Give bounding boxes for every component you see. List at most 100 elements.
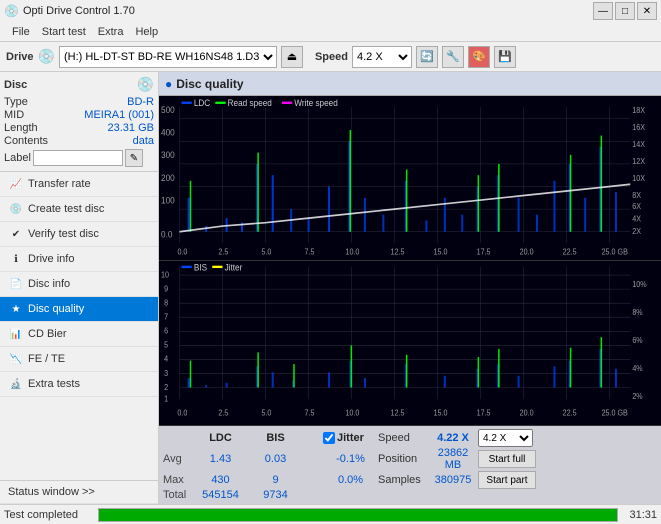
svg-text:100: 100: [161, 195, 175, 205]
color-button[interactable]: 🎨: [468, 46, 490, 68]
start-part-button[interactable]: Start part: [478, 471, 536, 489]
svg-text:6%: 6%: [632, 336, 642, 346]
menu-starttest[interactable]: Start test: [36, 25, 92, 39]
progress-bar-fill: [99, 509, 617, 521]
title-bar-left: 💿 Opti Drive Control 1.70: [4, 4, 135, 18]
svg-text:0.0: 0.0: [177, 247, 187, 256]
label-edit-button[interactable]: ✎: [125, 149, 143, 167]
title-bar: 💿 Opti Drive Control 1.70 — □ ✕: [0, 0, 661, 22]
avg-ldc: 1.43: [193, 447, 248, 471]
contents-label: Contents: [4, 135, 48, 147]
extra-tests-icon: 🔬: [8, 377, 24, 391]
svg-text:4X: 4X: [632, 214, 641, 223]
svg-text:10X: 10X: [632, 173, 645, 182]
speed-stat-value: 4.22 X: [428, 429, 478, 447]
disc-title: Disc: [4, 79, 27, 91]
type-label: Type: [4, 96, 28, 108]
svg-text:15.0: 15.0: [434, 247, 448, 256]
start-part-cell: Start part: [478, 471, 538, 489]
menu-file[interactable]: File: [6, 25, 36, 39]
progress-time: 31:31: [622, 509, 657, 521]
position-label: Position: [378, 447, 428, 471]
start-full-button[interactable]: Start full: [478, 450, 536, 468]
max-jitter: 0.0%: [323, 471, 378, 489]
right-panel: ● Disc quality: [159, 72, 661, 504]
svg-text:12.5: 12.5: [391, 408, 405, 418]
svg-text:400: 400: [161, 127, 175, 137]
svg-text:7: 7: [164, 312, 168, 322]
save-button[interactable]: 💾: [494, 46, 516, 68]
nav-extra-tests-label: Extra tests: [28, 378, 80, 390]
svg-text:0.0: 0.0: [177, 408, 187, 418]
mid-value: MEIRA1 (001): [84, 109, 154, 121]
svg-text:8X: 8X: [632, 190, 641, 199]
drive-icon: 💿: [38, 48, 55, 65]
chart2-container: 10 9 8 7 6 5 4 3 2 1 10% 8% 6%: [159, 261, 661, 426]
nav-disc-info[interactable]: 📄 Disc info: [0, 272, 158, 297]
empty4: [323, 489, 378, 501]
total-ldc: 545154: [193, 489, 248, 501]
nav-transfer-rate[interactable]: 📈 Transfer rate: [0, 172, 158, 197]
samples-value: 380975: [428, 471, 478, 489]
left-bottom: Status window >>: [0, 480, 158, 504]
disc-info-icon: 📄: [8, 277, 24, 291]
nav-fe-te[interactable]: 📉 FE / TE: [0, 347, 158, 372]
svg-text:17.5: 17.5: [477, 247, 491, 256]
nav-cd-bier[interactable]: 📊 CD Bier: [0, 322, 158, 347]
svg-text:20.0: 20.0: [520, 408, 534, 418]
svg-text:0.0: 0.0: [161, 229, 173, 239]
stats-max-row: Max 430 9 0.0% Samples 380975 Start part: [163, 471, 538, 489]
jitter-checkbox[interactable]: [323, 432, 335, 444]
stats-table: LDC BIS Jitter Speed 4.22 X: [163, 429, 538, 501]
svg-text:7.5: 7.5: [304, 408, 314, 418]
fe-te-icon: 📉: [8, 352, 24, 366]
svg-text:300: 300: [161, 150, 175, 160]
menu-extra[interactable]: Extra: [92, 25, 130, 39]
verify-test-disc-icon: ✔: [8, 227, 24, 241]
eject-button[interactable]: ⏏: [281, 46, 303, 68]
svg-text:4%: 4%: [632, 364, 642, 374]
chart1-svg: 500 400 300 200 100 0.0 18X 16X 14X 12X …: [159, 96, 661, 260]
drive-selector[interactable]: (H:) HL-DT-ST BD-RE WH16NS48 1.D3: [59, 46, 277, 68]
svg-text:3: 3: [164, 368, 168, 378]
svg-text:8: 8: [164, 298, 168, 308]
minimize-button[interactable]: —: [593, 2, 613, 20]
nav-verify-test-disc[interactable]: ✔ Verify test disc: [0, 222, 158, 247]
settings-button[interactable]: 🔧: [442, 46, 464, 68]
stats-bar: LDC BIS Jitter Speed 4.22 X: [159, 426, 661, 504]
nav-menu: 📈 Transfer rate 💿 Create test disc ✔ Ver…: [0, 172, 158, 397]
empty7: [478, 489, 538, 501]
svg-text:15.0: 15.0: [434, 408, 448, 418]
refresh-button[interactable]: 🔄: [416, 46, 438, 68]
speed-selector[interactable]: 4.2 X: [352, 46, 412, 68]
nav-create-test-disc[interactable]: 💿 Create test disc: [0, 197, 158, 222]
disc-mid-row: MID MEIRA1 (001): [4, 109, 154, 121]
maximize-button[interactable]: □: [615, 2, 635, 20]
svg-text:16X: 16X: [632, 123, 645, 132]
nav-status-window[interactable]: Status window >>: [0, 481, 158, 504]
svg-text:12X: 12X: [632, 157, 645, 166]
menu-help[interactable]: Help: [129, 25, 164, 39]
label-label: Label: [4, 152, 31, 164]
empty1: [303, 447, 323, 471]
svg-text:10: 10: [161, 270, 169, 280]
disc-contents-row: Contents data: [4, 135, 154, 147]
disc-type-row: Type BD-R: [4, 96, 154, 108]
empty5: [378, 489, 428, 501]
disc-label-input[interactable]: [33, 150, 123, 166]
svg-text:14X: 14X: [632, 140, 645, 149]
nav-disc-quality[interactable]: ★ Disc quality: [0, 297, 158, 322]
position-value: 23862 MB: [428, 447, 478, 471]
nav-drive-info[interactable]: ℹ Drive info: [0, 247, 158, 272]
toolbar: Drive 💿 (H:) HL-DT-ST BD-RE WH16NS48 1.D…: [0, 42, 661, 72]
nav-extra-tests[interactable]: 🔬 Extra tests: [0, 372, 158, 397]
status-window-label: Status window >>: [8, 486, 95, 498]
svg-text:22.5: 22.5: [563, 247, 577, 256]
svg-text:10%: 10%: [632, 279, 646, 289]
close-button[interactable]: ✕: [637, 2, 657, 20]
svg-text:10.0: 10.0: [345, 247, 359, 256]
speed-stat-selector[interactable]: 4.2 X: [478, 429, 533, 447]
svg-text:20.0: 20.0: [520, 247, 534, 256]
title-bar-controls: — □ ✕: [593, 2, 657, 20]
nav-disc-quality-label: Disc quality: [28, 303, 84, 315]
